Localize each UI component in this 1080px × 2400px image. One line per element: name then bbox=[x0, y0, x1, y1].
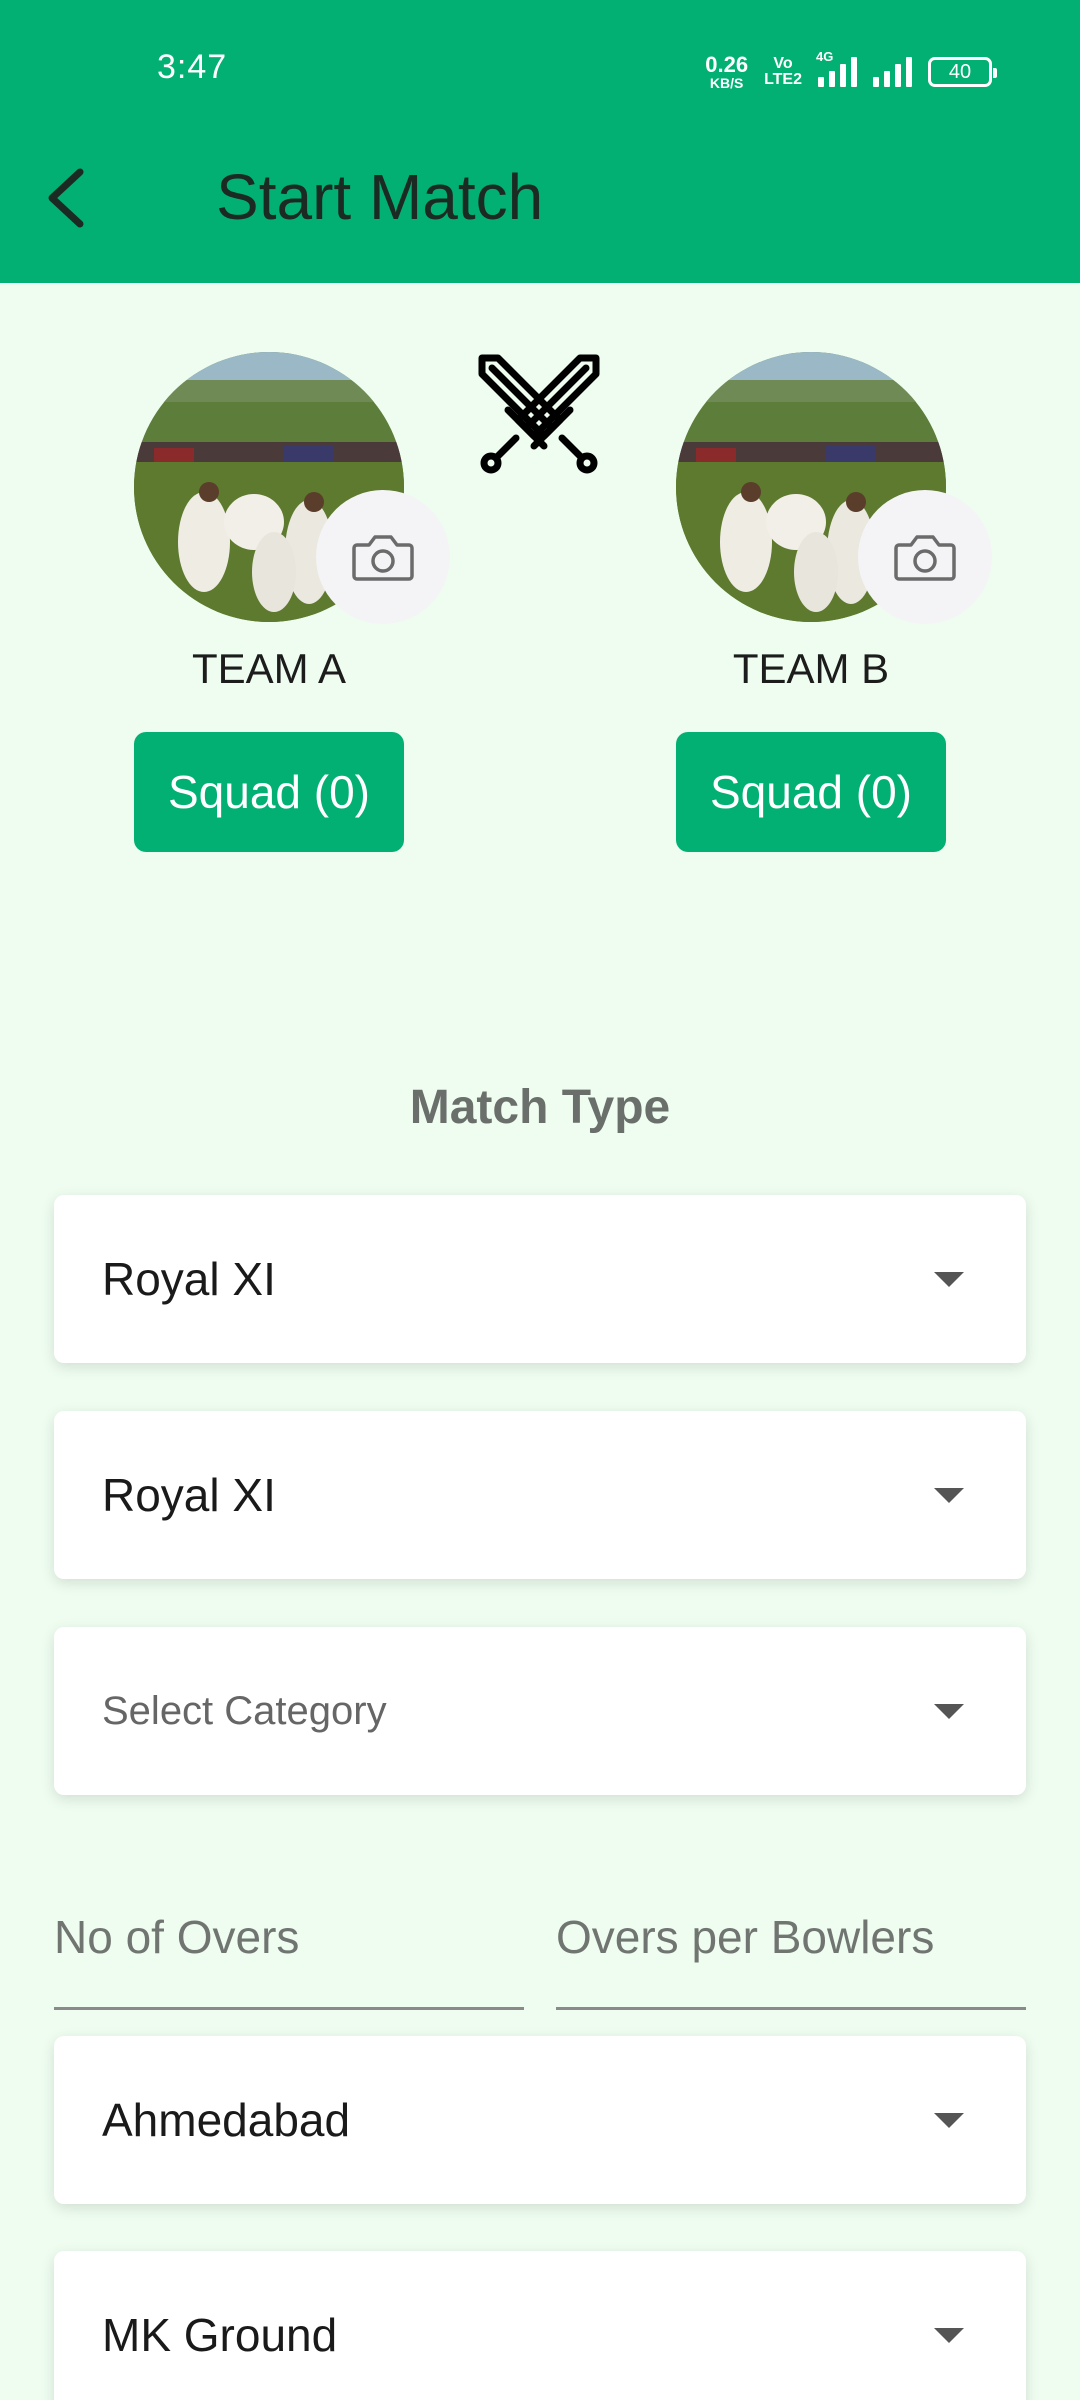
team-a-name: TEAM A bbox=[191, 645, 347, 692]
app-bar: 3:47 0.26 KB/S Vo LTE2 4G 40 Start Match bbox=[0, 0, 1080, 283]
network-speed: 0.26 KB/S bbox=[705, 52, 749, 91]
back-button[interactable] bbox=[36, 160, 96, 236]
match-type-label: Match Type bbox=[409, 1081, 671, 1134]
battery-icon: 40 bbox=[928, 57, 997, 87]
network-speed-unit: KB/S bbox=[709, 75, 744, 91]
caret-down-icon bbox=[934, 1487, 964, 1503]
team-b-name: TEAM B bbox=[732, 645, 890, 692]
no-of-overs-field[interactable] bbox=[54, 1910, 524, 2010]
ground-dropdown[interactable]: MK Ground bbox=[54, 2251, 1026, 2400]
team-a-select-dropdown[interactable]: Royal XI bbox=[54, 1195, 1026, 1363]
volte-indicator: Vo LTE2 bbox=[764, 56, 802, 88]
category-dropdown[interactable]: Select Category bbox=[54, 1627, 1026, 1795]
volte-top: Vo bbox=[773, 55, 793, 72]
status-icons: 0.26 KB/S Vo LTE2 4G 40 bbox=[705, 49, 997, 94]
team-b-select-value: Royal XI bbox=[102, 1469, 276, 1521]
category-placeholder: Select Category bbox=[102, 1688, 387, 1733]
status-time: 3:47 bbox=[157, 48, 228, 86]
caret-down-icon bbox=[934, 2327, 964, 2343]
caret-down-icon bbox=[934, 1271, 964, 1287]
team-b-select-dropdown[interactable]: Royal XI bbox=[54, 1411, 1026, 1579]
team-b-camera-button[interactable] bbox=[858, 490, 992, 624]
signal-2-icon bbox=[873, 57, 912, 87]
crossed-swords-icon bbox=[478, 354, 600, 474]
no-of-overs-input[interactable] bbox=[54, 1910, 524, 1964]
volte-bottom: LTE2 bbox=[764, 71, 802, 88]
camera-icon bbox=[352, 535, 414, 581]
team-a-camera-button[interactable] bbox=[316, 490, 450, 624]
city-value: Ahmedabad bbox=[102, 2094, 351, 2146]
battery-level: 40 bbox=[948, 60, 972, 83]
city-dropdown[interactable]: Ahmedabad bbox=[54, 2036, 1026, 2204]
caret-down-icon bbox=[934, 1703, 964, 1719]
team-b-squad-button[interactable]: Squad (0) bbox=[676, 732, 946, 852]
overs-per-bowler-input[interactable] bbox=[556, 1910, 1026, 1964]
page-title: Start Match bbox=[216, 161, 544, 233]
team-a-select-value: Royal XI bbox=[102, 1253, 276, 1305]
network-type: 4G bbox=[816, 49, 834, 64]
signal-1-icon: 4G bbox=[816, 49, 857, 87]
network-speed-value: 0.26 bbox=[705, 52, 749, 77]
chevron-left-icon bbox=[48, 168, 84, 228]
caret-down-icon bbox=[934, 2112, 964, 2128]
team-a-squad-button[interactable]: Squad (0) bbox=[134, 732, 404, 852]
camera-icon bbox=[894, 535, 956, 581]
overs-per-bowler-field[interactable] bbox=[556, 1910, 1026, 2010]
ground-value: MK Ground bbox=[102, 2309, 338, 2361]
